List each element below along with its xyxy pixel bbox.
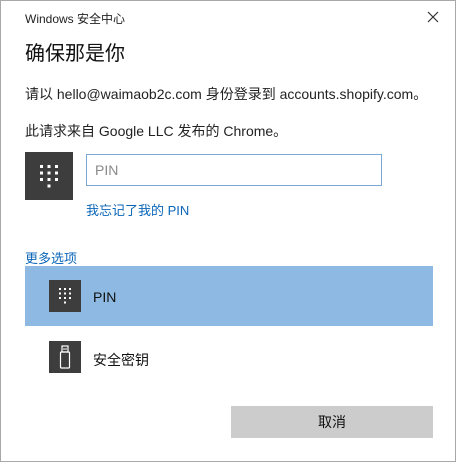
dialog-window: Windows 安全中心 确保那是你 请以 hello@waimaob2c.co…	[0, 0, 456, 462]
more-options-link[interactable]: 更多选项	[25, 248, 77, 267]
usb-key-icon	[59, 345, 71, 369]
dialog-heading: 确保那是你	[25, 43, 125, 65]
pin-input[interactable]	[86, 154, 382, 186]
cancel-button[interactable]: 取消	[231, 406, 433, 438]
option-security-key[interactable]: 安全密钥	[25, 327, 433, 387]
close-icon	[427, 11, 439, 23]
keypad-icon	[40, 165, 58, 188]
option-pin-label: PIN	[93, 289, 117, 305]
close-button[interactable]	[423, 7, 443, 27]
sign-in-description: 请以 hello@waimaob2c.com 身份登录到 accounts.sh…	[25, 86, 428, 102]
usb-key-icon-tile	[49, 341, 81, 373]
window-title: Windows 安全中心	[25, 12, 126, 26]
forgot-pin-link[interactable]: 我忘记了我的 PIN	[86, 200, 189, 219]
option-security-key-label: 安全密钥	[93, 352, 149, 368]
keypad-icon	[59, 288, 71, 304]
keypad-tile	[25, 152, 73, 200]
title-bar: Windows 安全中心	[1, 1, 455, 33]
keypad-icon-tile	[49, 280, 81, 312]
request-origin-text: 此请求来自 Google LLC 发布的 Chrome。	[25, 123, 288, 139]
option-pin[interactable]: PIN	[25, 266, 433, 326]
